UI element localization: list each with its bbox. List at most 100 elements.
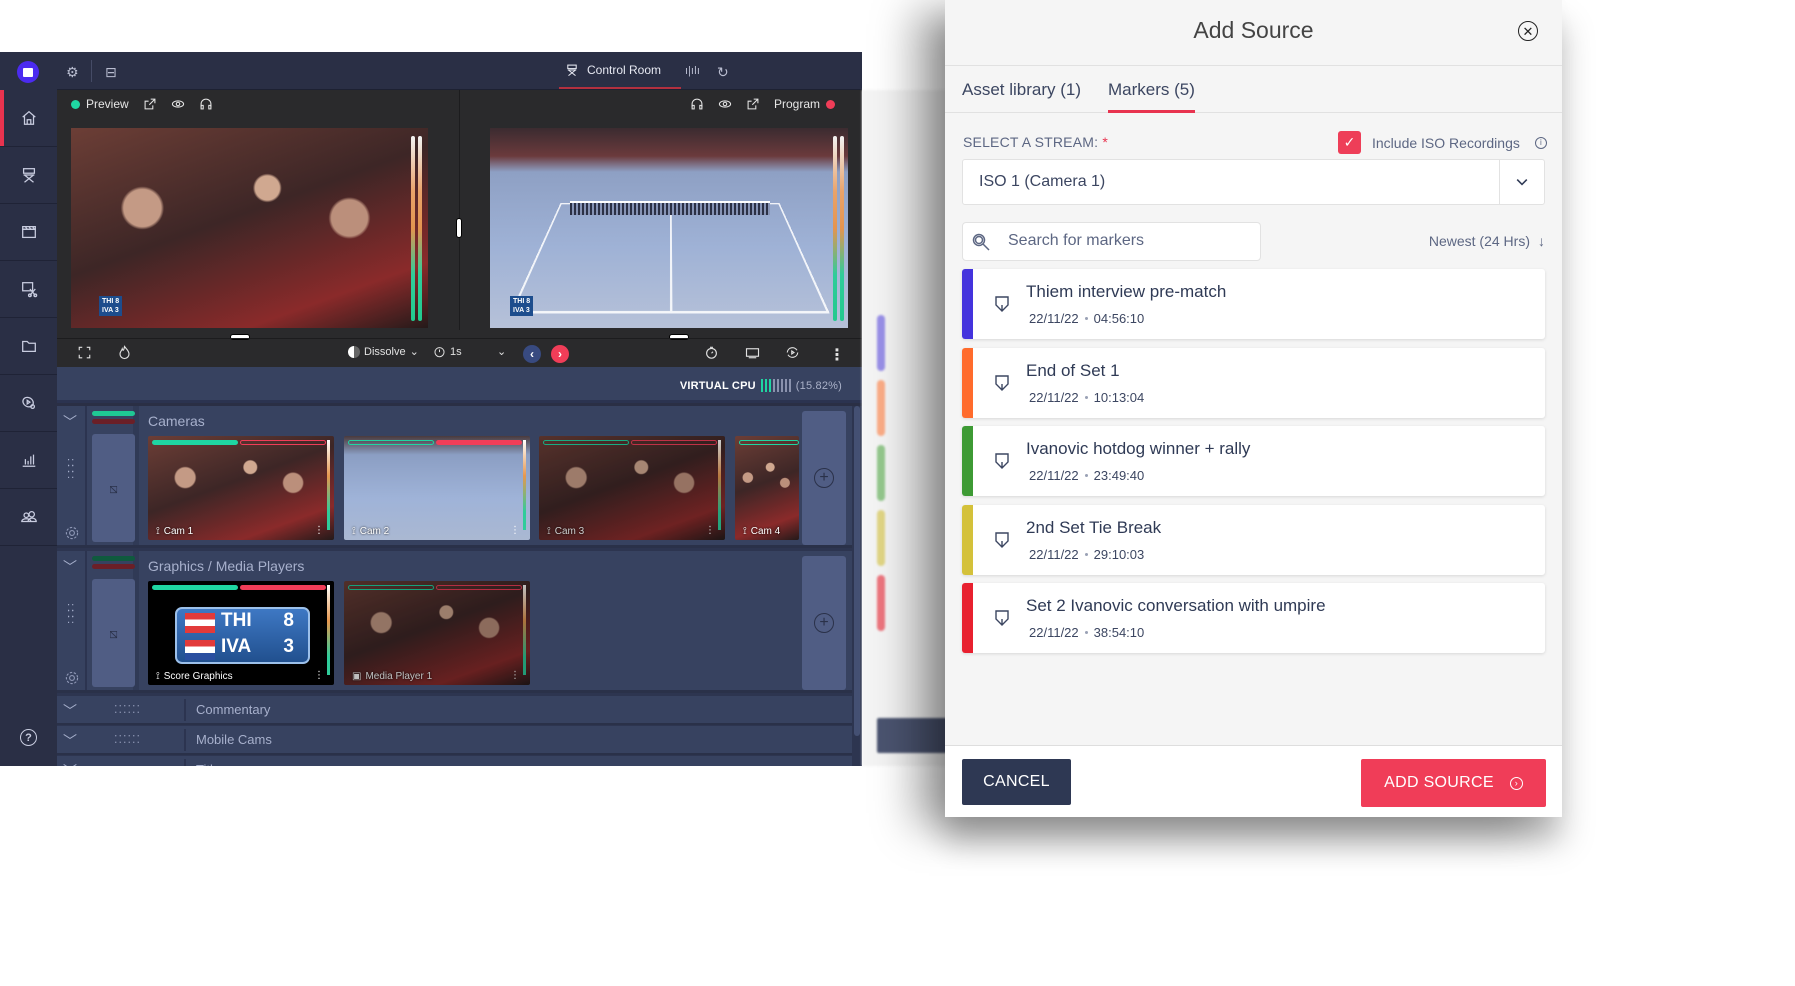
source-tile-score-graphics[interactable]: THI 8 IVA 3 ⟟ Score Graphics ⋮ (148, 581, 334, 685)
transition-duration[interactable]: 1s (433, 345, 462, 358)
preview-tally (739, 440, 799, 445)
previous-button[interactable]: ‹ (523, 345, 541, 363)
drag-handle-icon[interactable]: ⁚⁚⁚⁚⁚⁚ (114, 703, 141, 716)
bin-commentary[interactable]: ﹀ ⁚⁚⁚⁚⁚⁚ Commentary (57, 696, 852, 725)
popout-icon[interactable] (746, 97, 760, 111)
sidebar-item-productions[interactable] (0, 204, 57, 261)
fullscreen-icon[interactable] (77, 345, 92, 360)
loop-playback-icon[interactable] (785, 345, 800, 360)
stream-select[interactable]: ISO 1 (Camera 1) (962, 159, 1545, 205)
drag-handle-icon[interactable]: ⁚⁚⁚⁚⁚⁚ (67, 604, 75, 626)
sort-dropdown[interactable]: Newest (24 Hrs) ↓ (1429, 233, 1545, 249)
drawer-footer: CANCEL ADD SOURCE › (945, 745, 1562, 817)
tab-markers[interactable]: Markers (5) (1108, 80, 1195, 113)
bin-mobile-cams[interactable]: ﹀ ⁚⁚⁚⁚⁚⁚ Mobile Cams (57, 726, 852, 755)
headphones-icon[interactable] (690, 97, 704, 111)
sidebar-item-assets[interactable] (0, 318, 57, 375)
preview-video[interactable]: THI 8 IVA 3 (71, 128, 428, 328)
layout-grid-icon[interactable]: ⊟ (105, 64, 117, 81)
marker-title: Ivanovic hotdog winner + rally (1026, 439, 1251, 458)
team1-score: 8 (283, 610, 294, 631)
source-tile-cam-3[interactable]: ⟟ Cam 3 ⋮ (539, 436, 725, 540)
add-source-submit-button[interactable]: ADD SOURCE › (1361, 759, 1546, 807)
close-icon[interactable]: ✕ (1518, 21, 1538, 41)
add-source-button[interactable]: + (802, 411, 846, 545)
tennis-court (510, 203, 830, 314)
marker-item[interactable]: 2nd Set Tie Break 22/11/22 29:10:03 (962, 504, 1545, 575)
include-iso-checkbox[interactable]: ✓ (1338, 131, 1361, 154)
take-button[interactable]: › (551, 345, 569, 363)
tab-control-room[interactable]: Control Room (559, 52, 681, 89)
drag-handle-icon[interactable]: ⁚⁚⁚⁚⁚⁚ (67, 459, 75, 481)
marker-title: End of Set 1 (1026, 360, 1120, 380)
headphones-icon[interactable] (199, 97, 213, 111)
marker-date: 22/11/22 (1029, 625, 1079, 640)
chevron-down-icon[interactable]: ﹀ (63, 412, 77, 432)
more-options-icon[interactable]: ⋮ (705, 525, 715, 536)
marker-item[interactable]: Ivanovic hotdog winner + rally 22/11/22 23… (962, 426, 1545, 496)
include-iso-toggle[interactable]: ✓ Include ISO Recordings i (1338, 131, 1547, 154)
flame-icon[interactable] (117, 345, 132, 360)
source-tile-media-player-1[interactable]: ▣ Media Player 1 ⋮ (344, 581, 530, 685)
bin-tally: ⧅ (89, 551, 139, 690)
stopwatch-icon[interactable] (704, 345, 719, 360)
bin-settings-icon[interactable] (64, 670, 80, 686)
more-options-icon[interactable]: ⋮ (314, 525, 324, 536)
team2-code: IVA (221, 636, 252, 657)
sidebar-item-home[interactable] (0, 90, 57, 147)
more-options-icon[interactable]: ⋮ (829, 345, 845, 365)
marker-item[interactable]: End of Set 1 22/11/22 10:13:04 (962, 347, 1545, 418)
bins-scrollbar[interactable] (854, 406, 860, 736)
app-logo[interactable] (17, 61, 39, 83)
bin-title-row[interactable]: ﹀ Title (57, 756, 852, 766)
source-tile-cam-4[interactable]: ⟟ Cam 4 (735, 436, 799, 540)
toolbar-divider (91, 60, 92, 82)
more-options-icon[interactable]: ⋮ (510, 670, 520, 681)
drawer-title: Add Source (1193, 17, 1314, 43)
add-source-button[interactable]: + (802, 556, 846, 690)
arrow-down-icon: ↓ (1538, 233, 1545, 249)
sidebar-item-users[interactable] (0, 489, 57, 546)
drawer-header: Add Source ✕ (945, 0, 1562, 66)
marker-search-input[interactable] (1008, 232, 1248, 250)
chevron-down-icon[interactable]: ﹀ (63, 701, 77, 721)
ad-break-icon[interactable] (745, 345, 760, 360)
chevron-down-icon[interactable]: ﹀ (63, 557, 77, 577)
source-tile-cam-1[interactable]: ⟟ Cam 1 ⋮ (148, 436, 334, 540)
more-options-icon[interactable]: ⋮ (314, 670, 324, 681)
bin-mute-slot[interactable]: ⧅ (92, 579, 135, 687)
marker-time: 23:49:40 (1093, 468, 1145, 483)
chevron-down-icon[interactable]: ﹀ (63, 731, 77, 751)
replay-icon[interactable]: ↻ (717, 64, 729, 81)
program-label: Program (774, 97, 821, 111)
media-player-icon (21, 396, 35, 410)
settings-gear-icon[interactable]: ⚙ (66, 64, 79, 81)
sidebar-item-media[interactable] (0, 375, 57, 432)
sidebar-item-editor[interactable] (0, 261, 57, 318)
monitor-resize-handle[interactable] (456, 218, 462, 238)
cancel-button[interactable]: CANCEL (962, 759, 1071, 805)
bin-tally: ⧅ (89, 406, 139, 545)
stream-select-toggle[interactable] (1499, 160, 1544, 204)
audio-mixer-icon[interactable]: ı|ıǀı (685, 65, 700, 77)
marker-item[interactable]: Thiem interview pre-match 22/11/22 04:56:1… (962, 269, 1545, 339)
tab-asset-library[interactable]: Asset library (1) (962, 80, 1081, 113)
transition-options-chevron[interactable]: ⌄ (497, 345, 506, 358)
eye-icon[interactable] (718, 97, 732, 111)
separator-dot (1084, 631, 1088, 634)
sidebar-item-control-room[interactable] (0, 147, 57, 204)
bin-mute-slot[interactable]: ⧅ (92, 434, 135, 542)
source-tile-cam-2[interactable]: ⟟ Cam 2 ⋮ (344, 436, 530, 540)
transition-type-select[interactable]: Dissolve ⌄ (348, 345, 419, 358)
bin-settings-icon[interactable] (64, 525, 80, 541)
more-options-icon[interactable]: ⋮ (510, 525, 520, 536)
sidebar-item-analytics[interactable] (0, 432, 57, 489)
drag-handle-icon[interactable]: ⁚⁚⁚⁚⁚⁚ (114, 733, 141, 746)
chevron-down-icon[interactable]: ﹀ (63, 761, 77, 766)
eye-icon[interactable] (171, 97, 185, 111)
help-icon[interactable]: ? (20, 729, 37, 746)
popout-icon[interactable] (143, 97, 157, 111)
info-icon[interactable]: i (1534, 136, 1547, 149)
program-video[interactable]: THI 8 IVA 3 (490, 128, 848, 328)
marker-item[interactable]: Set 2 Ivanovic conversation with umpire 2… (962, 583, 1545, 653)
